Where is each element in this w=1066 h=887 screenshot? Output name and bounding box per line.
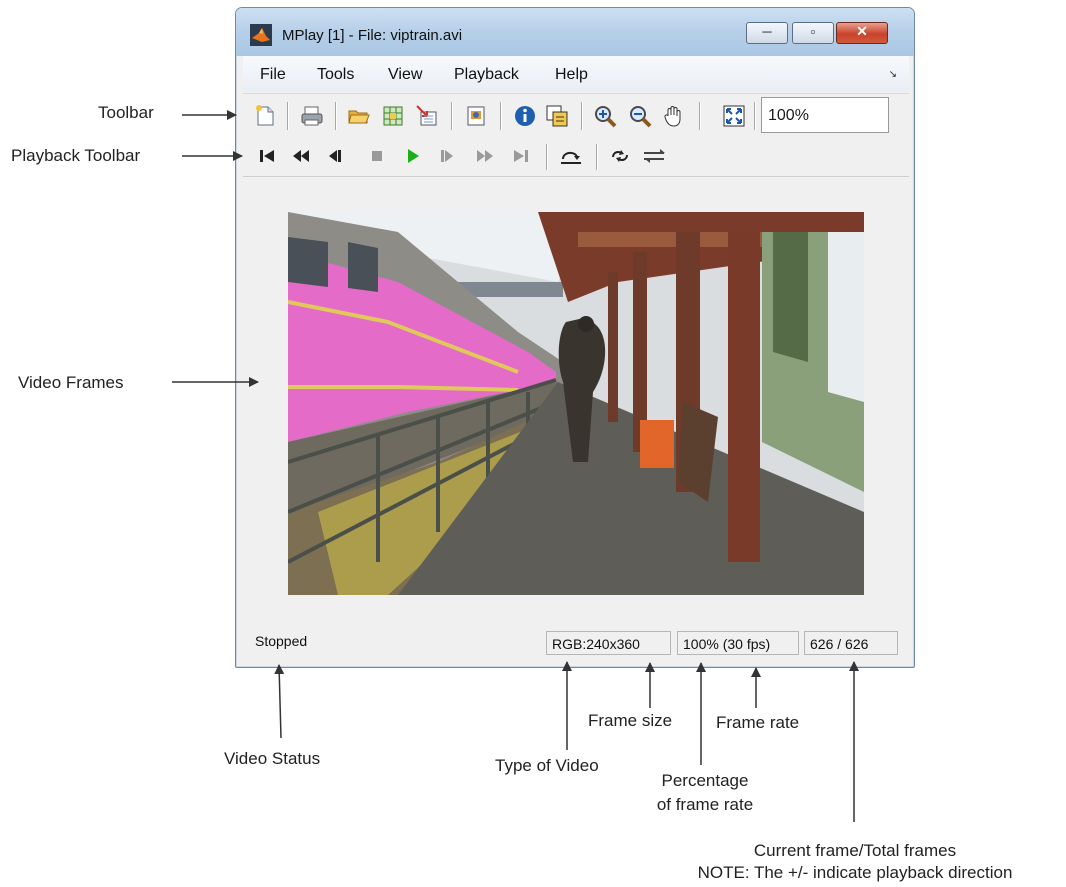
- info-icon[interactable]: [513, 104, 537, 128]
- menu-help[interactable]: Help: [555, 66, 588, 84]
- menu-file[interactable]: File: [260, 66, 286, 84]
- matlab-logo-icon: [250, 24, 272, 46]
- title-bar[interactable]: MPlay [1] - File: viptrain.avi ─ ▫ ✕: [236, 8, 914, 56]
- video-frame: [288, 212, 864, 595]
- toolbar-callout: Toolbar: [98, 103, 154, 122]
- playback-toolbar: [243, 137, 909, 177]
- mplay-window: MPlay [1] - File: viptrain.avi ─ ▫ ✕ Fil…: [235, 7, 915, 668]
- close-icon: ✕: [856, 23, 868, 39]
- frame-size-callout: Frame size: [588, 711, 673, 730]
- zoom-in-icon[interactable]: [593, 104, 617, 128]
- pixel-region-icon[interactable]: [545, 104, 569, 128]
- current-frame-callout: Current frame/Total frames NOTE: The +/-…: [648, 840, 1062, 884]
- toolbar-separator: [754, 102, 755, 130]
- frame-rate-field: 100% (30 fps): [677, 631, 799, 655]
- print-icon[interactable]: [300, 104, 324, 128]
- minimize-icon: ─: [762, 24, 772, 39]
- zoom-out-icon[interactable]: [628, 104, 652, 128]
- repeat-icon[interactable]: [608, 147, 632, 165]
- video-status-callout: Video Status: [224, 749, 321, 768]
- new-icon[interactable]: [253, 104, 277, 128]
- step-back-icon[interactable]: [325, 147, 345, 165]
- percentage-callout-line1: Percentage: [661, 771, 749, 790]
- video-status: Stopped: [255, 633, 308, 649]
- percentage-callout: Percentage of frame rate: [640, 769, 770, 817]
- toolbar-separator: [546, 144, 547, 170]
- menu-view[interactable]: View: [388, 66, 422, 84]
- toolbar-separator: [287, 102, 288, 130]
- percentage-callout-line2: of frame rate: [656, 795, 754, 814]
- window-client-area: File Tools View Playback Help ↘ 100% Sto…: [243, 56, 909, 662]
- toolbar-separator: [699, 102, 700, 130]
- pan-icon[interactable]: [662, 104, 686, 128]
- rewind-icon[interactable]: [291, 147, 311, 165]
- window-title: MPlay [1] - File: viptrain.avi: [282, 27, 463, 44]
- zoom-input[interactable]: 100%: [761, 97, 889, 133]
- maximize-icon: ▫: [810, 24, 816, 39]
- play-icon[interactable]: [403, 147, 423, 165]
- frame-rate-callout: Frame rate: [716, 713, 800, 732]
- stop-icon[interactable]: [367, 147, 387, 165]
- menu-tools[interactable]: Tools: [317, 66, 354, 84]
- toolbar-separator: [335, 102, 336, 130]
- video-frame-image: [288, 212, 864, 595]
- menu-playback[interactable]: Playback: [454, 66, 519, 84]
- video-frames-callout: Video Frames: [18, 373, 124, 392]
- go-to-last-icon[interactable]: [511, 147, 531, 165]
- video-type-field: RGB:240x360: [546, 631, 671, 655]
- export-icon[interactable]: [415, 104, 439, 128]
- playback-toolbar-callout: Playback Toolbar: [11, 146, 141, 165]
- toolbar: 100%: [243, 93, 909, 138]
- minimize-button[interactable]: ─: [746, 22, 788, 44]
- menu-bar: File Tools View Playback Help ↘: [243, 56, 909, 92]
- fast-forward-icon[interactable]: [475, 147, 495, 165]
- step-forward-icon[interactable]: [437, 147, 457, 165]
- close-button[interactable]: ✕: [836, 22, 888, 44]
- maximize-button[interactable]: ▫: [792, 22, 834, 44]
- dock-arrow-icon[interactable]: ↘: [889, 69, 897, 80]
- toolbar-separator: [451, 102, 452, 130]
- toolbar-separator: [500, 102, 501, 130]
- jump-to-icon[interactable]: [559, 147, 583, 165]
- forward-backward-icon[interactable]: [642, 147, 668, 165]
- fit-to-window-icon[interactable]: [722, 104, 746, 128]
- open-icon[interactable]: [347, 104, 371, 128]
- video-status-arrow: [274, 664, 285, 739]
- go-to-first-icon[interactable]: [257, 147, 277, 165]
- toolbar-separator: [581, 102, 582, 130]
- frame-counter-field: 626 / 626: [804, 631, 898, 655]
- import-icon[interactable]: [381, 104, 405, 128]
- current-frame-callout-line2: NOTE: The +/- indicate playback directio…: [697, 863, 1013, 882]
- current-frame-callout-line1: Current frame/Total frames: [753, 841, 957, 860]
- type-of-video-callout: Type of Video: [495, 756, 599, 775]
- config-icon[interactable]: [464, 104, 488, 128]
- toolbar-separator: [596, 144, 597, 170]
